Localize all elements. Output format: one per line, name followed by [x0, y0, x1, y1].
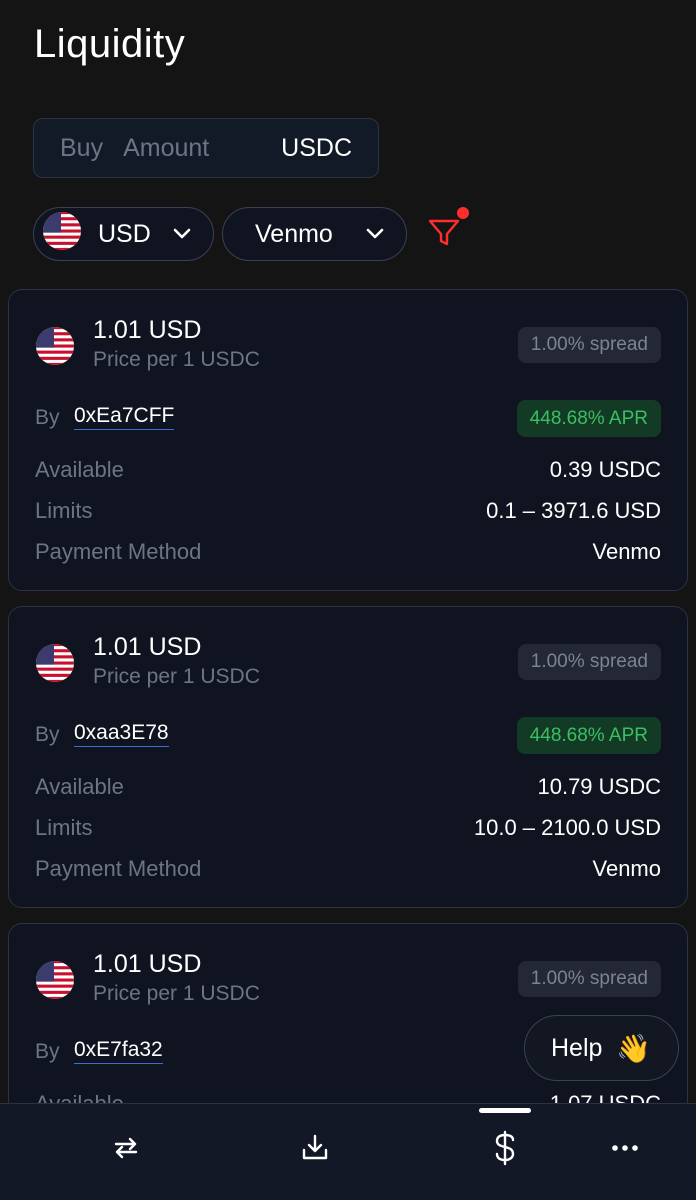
- offer-card[interactable]: 1.01 USD Price per 1 USDC 1.00% spread B…: [8, 289, 688, 591]
- limits-row: Limits 0.1 – 3971.6 USD: [35, 498, 661, 524]
- amount-placeholder: Amount: [123, 133, 210, 162]
- currency-dropdown[interactable]: USD: [33, 207, 214, 261]
- payment-method-dropdown[interactable]: Venmo: [222, 207, 407, 261]
- by-label: By: [35, 723, 60, 746]
- payment-method-value: Venmo: [592, 856, 662, 881]
- available-row: Available 10.79 USDC: [35, 774, 661, 800]
- currency-label: USD: [98, 219, 151, 248]
- payment-method-label: Venmo: [255, 219, 333, 248]
- more-icon: [612, 1145, 638, 1151]
- offer-card[interactable]: 1.01 USD Price per 1 USDC 1.00% spread B…: [8, 606, 688, 908]
- limits-label: Limits: [35, 498, 93, 523]
- help-label: Help: [551, 1033, 603, 1062]
- nav-more[interactable]: [605, 1128, 645, 1168]
- limits-label: Limits: [35, 815, 93, 840]
- maker-address-link[interactable]: 0xEa7CFF: [74, 404, 175, 430]
- by-label: By: [35, 406, 60, 429]
- chevron-down-icon: [364, 223, 386, 252]
- available-value: 10.79 USDC: [537, 774, 661, 799]
- chevron-down-icon: [171, 223, 193, 252]
- payment-method-value: Venmo: [592, 539, 662, 564]
- waving-hand-icon: 👋: [616, 1032, 652, 1064]
- nav-swap[interactable]: [106, 1128, 146, 1168]
- limits-value: 0.1 – 3971.6 USD: [486, 498, 661, 523]
- by-label: By: [35, 1040, 60, 1063]
- spread-badge: 1.00% spread: [517, 961, 661, 997]
- us-flag-icon: [35, 960, 75, 1005]
- active-tab-indicator: [479, 1108, 531, 1113]
- payment-method-row: Payment Method Venmo: [35, 856, 661, 882]
- offer-price: 1.01 USD: [93, 633, 202, 661]
- payment-method-label: Payment Method: [35, 856, 202, 881]
- help-button[interactable]: Help 👋: [524, 1015, 679, 1081]
- amount-input[interactable]: Buy Amount USDC: [33, 118, 379, 178]
- trade-side-label: Buy: [60, 133, 104, 162]
- maker-address-link[interactable]: 0xaa3E78: [74, 721, 169, 747]
- filter-active-dot: [457, 207, 469, 219]
- dollar-icon: [495, 1130, 515, 1166]
- limits-row: Limits 10.0 – 2100.0 USD: [35, 815, 661, 841]
- download-icon: [302, 1134, 328, 1160]
- limits-value: 10.0 – 2100.0 USD: [473, 815, 661, 840]
- page-title: Liquidity: [34, 22, 186, 66]
- nav-deposit[interactable]: [295, 1128, 335, 1168]
- amount-unit: USDC: [281, 133, 352, 162]
- payment-method-label: Payment Method: [35, 539, 202, 564]
- available-label: Available: [35, 774, 124, 799]
- payment-method-row: Payment Method Venmo: [35, 539, 661, 565]
- offer-price: 1.01 USD: [93, 950, 202, 978]
- offer-price-subtitle: Price per 1 USDC: [93, 665, 260, 688]
- us-flag-icon: [35, 643, 75, 688]
- swap-icon: [114, 1137, 138, 1159]
- spread-badge: 1.00% spread: [517, 327, 661, 363]
- us-flag-icon: [35, 326, 75, 371]
- offer-price: 1.01 USD: [93, 316, 202, 344]
- spread-badge: 1.00% spread: [517, 644, 661, 680]
- offer-price-subtitle: Price per 1 USDC: [93, 348, 260, 371]
- us-flag-icon: [42, 211, 82, 258]
- bottom-nav: [0, 1103, 696, 1200]
- apr-badge: 448.68% APR: [516, 717, 661, 754]
- apr-badge: 448.68% APR: [516, 400, 661, 437]
- offer-price-subtitle: Price per 1 USDC: [93, 982, 260, 1005]
- available-row: Available 0.39 USDC: [35, 457, 661, 483]
- available-label: Available: [35, 457, 124, 482]
- available-value: 0.39 USDC: [549, 457, 661, 482]
- nav-liquidity[interactable]: [485, 1128, 525, 1168]
- maker-address-link[interactable]: 0xE7fa32: [74, 1038, 163, 1064]
